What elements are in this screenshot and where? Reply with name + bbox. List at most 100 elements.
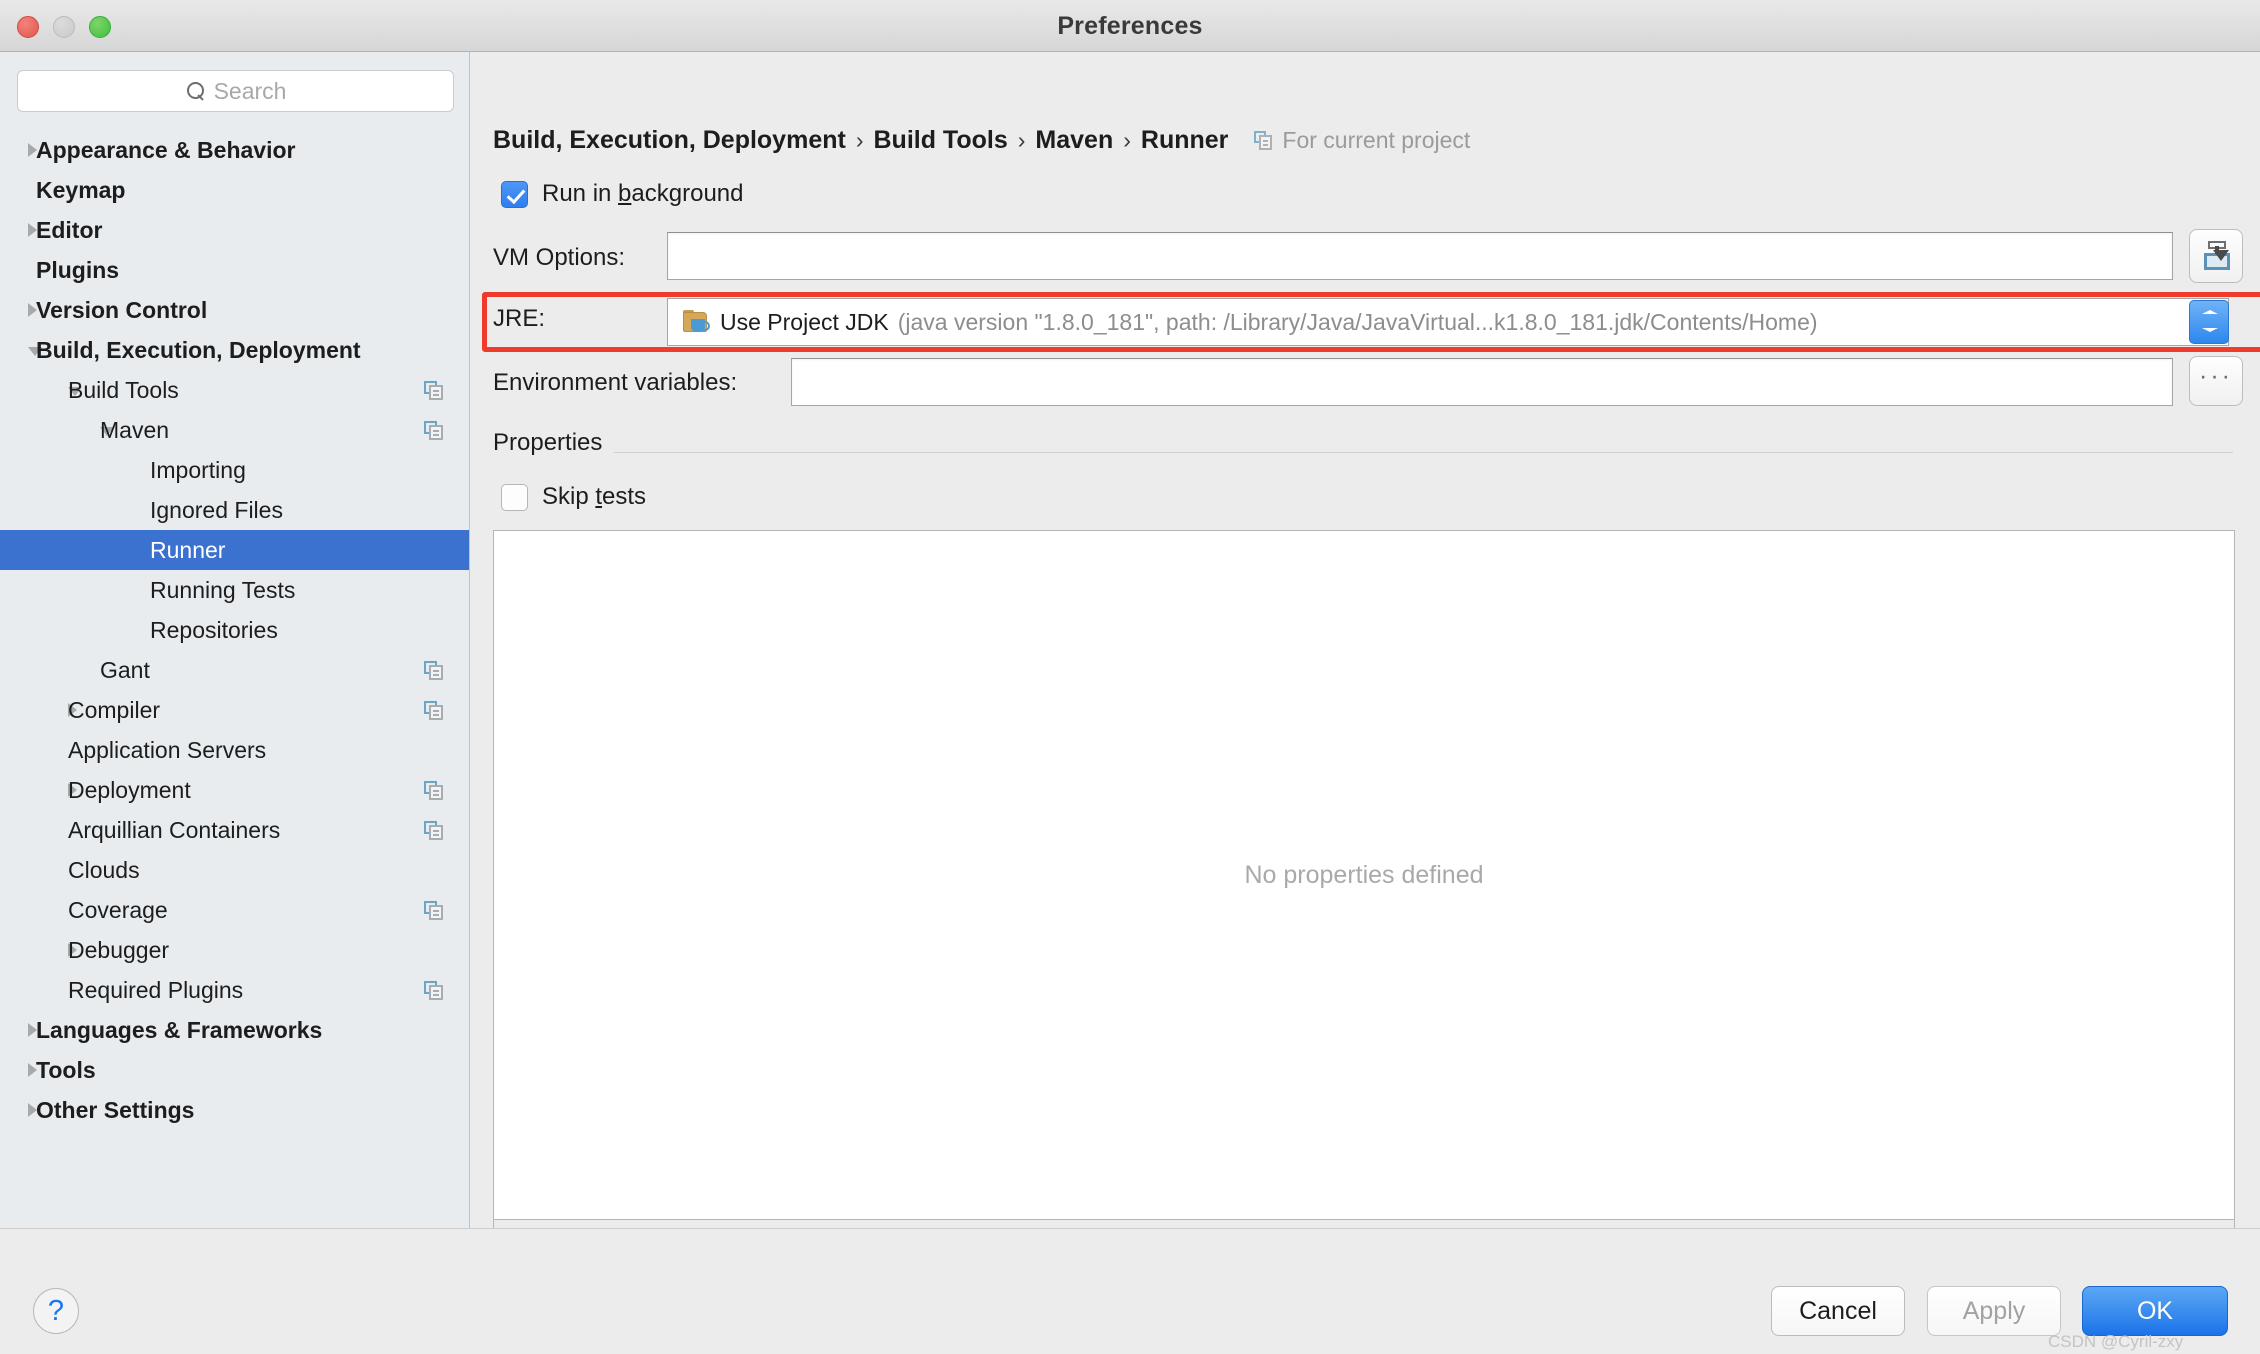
- sidebar-item-clouds[interactable]: Clouds: [0, 850, 469, 890]
- ok-button[interactable]: OK: [2082, 1286, 2228, 1336]
- jre-combobox[interactable]: Use Project JDK (java version "1.8.0_181…: [667, 298, 2229, 346]
- copy-settings-icon[interactable]: [424, 781, 444, 800]
- help-button[interactable]: ?: [33, 1288, 79, 1334]
- sidebar-item-tools[interactable]: Tools: [0, 1050, 469, 1090]
- search-icon: [186, 82, 205, 100]
- preferences-window: Preferences Search Appearance & Behavior…: [0, 0, 2260, 1354]
- apply-button: Apply: [1927, 1286, 2061, 1336]
- insert-macro-icon: [2201, 240, 2233, 272]
- sidebar-item-label: Keymap: [36, 176, 126, 203]
- breadcrumb-separator-icon: ›: [855, 127, 864, 153]
- sidebar-item-label: Deployment: [68, 776, 191, 803]
- sidebar-item-appearance-behavior[interactable]: Appearance & Behavior: [0, 130, 469, 170]
- sidebar-item-runner[interactable]: Runner: [0, 530, 469, 570]
- sidebar-item-build-execution-deployment[interactable]: Build, Execution, Deployment: [0, 330, 469, 370]
- copy-settings-icon[interactable]: [424, 701, 444, 720]
- breadcrumb-part-4[interactable]: Runner: [1141, 126, 1229, 155]
- sidebar-item-label: Debugger: [68, 936, 170, 963]
- sidebar-item-label: Ignored Files: [150, 496, 283, 523]
- sidebar-item-version-control[interactable]: Version Control: [0, 290, 469, 330]
- breadcrumb-separator-icon: ›: [1123, 127, 1131, 153]
- skip-tests-row[interactable]: Skip tests: [501, 483, 646, 511]
- environment-variables-browse-button[interactable]: ···: [2189, 356, 2243, 406]
- vm-options-input[interactable]: [667, 232, 2173, 280]
- window-title: Preferences: [1057, 12, 1203, 40]
- sidebar-item-editor[interactable]: Editor: [0, 210, 469, 250]
- search-placeholder: Search: [213, 77, 287, 104]
- jre-selected-name: Use Project JDK: [720, 308, 889, 335]
- breadcrumb-part-2[interactable]: Build Tools: [874, 126, 1008, 155]
- sidebar-item-compiler[interactable]: Compiler: [0, 690, 469, 730]
- copy-settings-icon[interactable]: [424, 981, 444, 1000]
- sidebar-item-ignored-files[interactable]: Ignored Files: [0, 490, 469, 530]
- sidebar-item-maven[interactable]: Maven: [0, 410, 469, 450]
- sidebar-item-label: Repositories: [150, 616, 278, 643]
- sidebar-item-coverage[interactable]: Coverage: [0, 890, 469, 930]
- window-titlebar: Preferences: [0, 0, 2260, 52]
- sidebar-item-label: Build Tools: [68, 376, 179, 403]
- sidebar-item-keymap[interactable]: Keymap: [0, 170, 469, 210]
- sidebar-item-label: Plugins: [36, 256, 120, 283]
- jre-selected-detail: (java version "1.8.0_181", path: /Librar…: [897, 308, 1818, 335]
- run-in-background-checkbox[interactable]: [501, 180, 528, 208]
- sidebar-item-label: Required Plugins: [68, 976, 244, 1003]
- run-in-background-row[interactable]: Run in background: [501, 180, 743, 208]
- properties-table[interactable]: No properties defined: [493, 530, 2235, 1220]
- sidebar-item-label: Importing: [150, 456, 246, 483]
- settings-tree: Appearance & Behavior Keymap Editor Plugins…: [0, 130, 469, 1130]
- sidebar-item-build-tools[interactable]: Build Tools: [0, 370, 469, 410]
- sidebar-item-label: Application Servers: [68, 736, 267, 763]
- sidebar-item-label: Coverage: [68, 896, 168, 923]
- copy-settings-icon[interactable]: [424, 821, 444, 840]
- sidebar-item-repositories[interactable]: Repositories: [0, 610, 469, 650]
- copy-settings-icon[interactable]: [424, 661, 444, 680]
- sidebar-item-label: Version Control: [36, 296, 208, 323]
- properties-empty-text: No properties defined: [1244, 860, 1484, 889]
- sidebar-item-application-servers[interactable]: Application Servers: [0, 730, 469, 770]
- vm-options-expand-button[interactable]: [2189, 229, 2243, 283]
- copy-settings-icon[interactable]: [424, 381, 444, 400]
- skip-tests-checkbox[interactable]: [501, 483, 528, 511]
- sidebar-item-label: Tools: [36, 1056, 96, 1083]
- properties-section-title: Properties: [493, 429, 615, 457]
- project-scope-indicator: For current project: [1254, 127, 1470, 154]
- copy-settings-icon: [1254, 131, 1273, 150]
- sidebar-item-importing[interactable]: Importing: [0, 450, 469, 490]
- sidebar-item-gant[interactable]: Gant: [0, 650, 469, 690]
- jdk-folder-icon: [683, 310, 710, 334]
- settings-detail-panel: Build, Execution, Deployment › Build Too…: [471, 52, 2260, 1272]
- sidebar-item-deployment[interactable]: Deployment: [0, 770, 469, 810]
- sidebar-item-label: Clouds: [68, 856, 140, 883]
- sidebar-item-label: Running Tests: [150, 576, 296, 603]
- sidebar-item-running-tests[interactable]: Running Tests: [0, 570, 469, 610]
- sidebar-item-label: Gant: [100, 656, 150, 683]
- sidebar-item-label: Editor: [36, 216, 103, 243]
- breadcrumb-part-3[interactable]: Maven: [1035, 126, 1113, 155]
- sidebar-item-arquillian-containers[interactable]: Arquillian Containers: [0, 810, 469, 850]
- sidebar-item-required-plugins[interactable]: Required Plugins: [0, 970, 469, 1010]
- run-in-background-label: Run in background: [542, 180, 744, 207]
- sidebar-item-label: Build, Execution, Deployment: [36, 336, 361, 363]
- vm-options-label: VM Options:: [493, 244, 626, 271]
- sidebar-item-other-settings[interactable]: Other Settings: [0, 1090, 469, 1130]
- project-scope-label: For current project: [1282, 127, 1471, 153]
- sidebar-item-label: Appearance & Behavior: [36, 136, 296, 163]
- skip-tests-label: Skip tests: [542, 483, 647, 510]
- sidebar-item-languages-frameworks[interactable]: Languages & Frameworks: [0, 1010, 469, 1050]
- settings-sidebar: Search Appearance & Behavior Keymap Editor…: [0, 52, 470, 1228]
- sidebar-item-plugins[interactable]: Plugins: [0, 250, 469, 290]
- copy-settings-icon[interactable]: [424, 901, 444, 920]
- chevron-up-icon: [2202, 310, 2218, 314]
- search-input[interactable]: Search: [17, 70, 454, 112]
- chevron-down-icon: [2202, 328, 2218, 332]
- jre-dropdown-stepper[interactable]: [2189, 300, 2229, 344]
- copy-settings-icon[interactable]: [424, 421, 444, 440]
- jre-label: JRE:: [493, 305, 546, 332]
- breadcrumb-separator-icon: ›: [1017, 127, 1026, 153]
- environment-variables-input[interactable]: [791, 358, 2173, 406]
- cancel-button[interactable]: Cancel: [1771, 1286, 1905, 1336]
- sidebar-item-label: Runner: [150, 536, 226, 563]
- sidebar-item-debugger[interactable]: Debugger: [0, 930, 469, 970]
- breadcrumb-part-1[interactable]: Build, Execution, Deployment: [493, 126, 846, 155]
- sidebar-item-label: Maven: [100, 416, 170, 443]
